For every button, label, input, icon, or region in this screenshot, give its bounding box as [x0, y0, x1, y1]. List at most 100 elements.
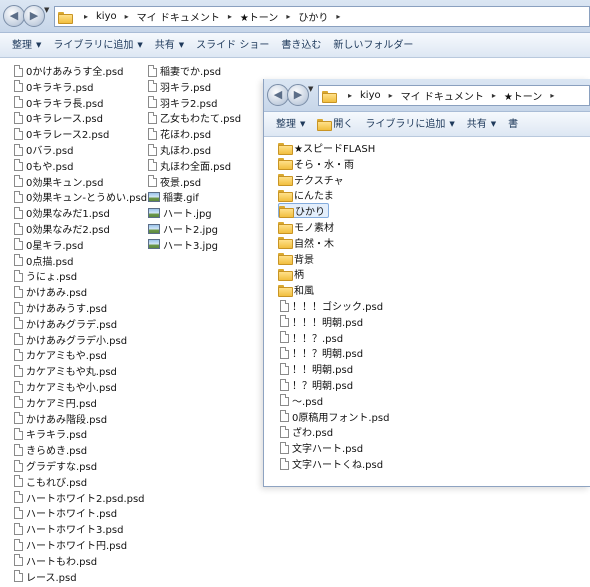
command-button[interactable]: 共有 ▼: [461, 112, 502, 136]
list-item[interactable]: 和風: [278, 282, 314, 297]
list-item[interactable]: 背景: [278, 251, 314, 266]
forward-button[interactable]: ▶: [287, 84, 309, 106]
command-button[interactable]: 共有 ▼: [149, 33, 190, 57]
list-item[interactable]: ハートホワイト円.psd: [14, 537, 127, 552]
list-item[interactable]: 丸ほわ.psd: [148, 142, 211, 157]
list-item[interactable]: 0もや.psd: [14, 158, 73, 173]
list-item[interactable]: ！？明朝.psd: [280, 377, 353, 392]
list-item[interactable]: ハート2.jpg: [148, 221, 218, 236]
recent-pages-dropdown[interactable]: ▼: [44, 6, 49, 14]
list-item[interactable]: 夜景.psd: [148, 174, 201, 189]
list-item[interactable]: かけあみ階段.psd: [14, 411, 107, 426]
command-button[interactable]: 整理 ▼: [270, 112, 311, 136]
list-item[interactable]: 0星キラ.psd: [14, 237, 83, 252]
breadcrumb-segment[interactable]: ★トーン: [240, 9, 278, 24]
list-item[interactable]: ～.psd: [280, 393, 323, 408]
list-item[interactable]: 文字ハートくね.psd: [280, 456, 383, 471]
list-item[interactable]: 丸ほわ全面.psd: [148, 158, 231, 173]
list-item[interactable]: ハートホワイト3.psd: [14, 521, 123, 536]
list-item[interactable]: ハートホワイト.psd: [14, 505, 117, 520]
list-item[interactable]: 柄: [278, 266, 304, 281]
back-button[interactable]: ◀: [3, 5, 25, 27]
list-item[interactable]: グラデすな.psd: [14, 458, 97, 473]
breadcrumb-separator-icon[interactable]: ▸: [336, 12, 340, 21]
list-item[interactable]: 0キラキラ.psd: [14, 79, 93, 94]
breadcrumb-separator-icon[interactable]: ▸: [550, 91, 554, 100]
list-item[interactable]: ！！？明朝.psd: [280, 345, 363, 360]
list-item[interactable]: 0原稿用フォント.psd: [280, 409, 389, 424]
recent-pages-dropdown[interactable]: ▼: [308, 85, 313, 93]
command-button[interactable]: スライド ショー: [190, 33, 275, 57]
breadcrumb-separator-icon[interactable]: ▸: [286, 12, 290, 21]
breadcrumb[interactable]: ▸ kiyo ▸ マイ ドキュメント ▸ ★トーン ▸ ひかり ▸: [54, 6, 590, 27]
list-item[interactable]: 羽キラ2.psd: [148, 95, 217, 110]
list-item[interactable]: モノ素材: [278, 219, 334, 234]
command-button[interactable]: ライブラリに追加 ▼: [47, 33, 148, 57]
breadcrumb[interactable]: ▸ kiyo ▸ マイ ドキュメント ▸ ★トーン ▸: [318, 85, 590, 106]
list-item[interactable]: 文字ハート.psd: [280, 440, 363, 455]
breadcrumb-segment[interactable]: ★トーン: [504, 88, 542, 103]
list-item[interactable]: カケアミ円.psd: [14, 395, 97, 410]
list-item[interactable]: レース.psd: [14, 569, 77, 584]
list-item[interactable]: ハートホワイト2.psd.psd: [14, 490, 145, 505]
list-item[interactable]: ハート3.jpg: [148, 237, 218, 252]
list-item[interactable]: カケアミもや.psd: [14, 347, 107, 362]
back-button[interactable]: ◀: [267, 84, 289, 106]
command-button[interactable]: 書: [502, 112, 524, 136]
list-item[interactable]: ハート.jpg: [148, 205, 212, 220]
breadcrumb-segment[interactable]: kiyo: [96, 11, 117, 22]
list-item[interactable]: かけあみ.psd: [14, 284, 87, 299]
list-item[interactable]: 自然・木: [278, 235, 334, 250]
list-item[interactable]: 羽キラ.psd: [148, 79, 211, 94]
list-item[interactable]: かけあみうす.psd: [14, 300, 107, 315]
breadcrumb-separator-icon[interactable]: ▸: [125, 12, 129, 21]
list-item[interactable]: 0キラレース2.psd: [14, 126, 109, 141]
list-item[interactable]: かけあみグラデ.psd: [14, 316, 117, 331]
list-item[interactable]: 0効果キュン.psd: [14, 174, 103, 189]
command-button[interactable]: 書き込む: [275, 33, 327, 57]
list-item[interactable]: キラキラ.psd: [14, 426, 87, 441]
breadcrumb-segment[interactable]: kiyo: [360, 90, 381, 101]
list-item[interactable]: きらめき.psd: [14, 442, 87, 457]
forward-button[interactable]: ▶: [23, 5, 45, 27]
breadcrumb-separator-icon[interactable]: ▸: [228, 12, 232, 21]
breadcrumb-separator-icon[interactable]: ▸: [348, 91, 352, 100]
list-item[interactable]: ！！明朝.psd: [280, 361, 353, 376]
command-button[interactable]: 整理 ▼: [6, 33, 47, 57]
breadcrumb-separator-icon[interactable]: ▸: [389, 91, 393, 100]
list-item[interactable]: ！！？.psd: [280, 330, 343, 345]
breadcrumb-separator-icon[interactable]: ▸: [84, 12, 88, 21]
list-item[interactable]: ！！！ゴシック.psd: [280, 298, 383, 313]
list-item[interactable]: 0効果なみだ1.psd: [14, 205, 110, 220]
list-item[interactable]: ！！！明朝.psd: [280, 314, 363, 329]
list-item[interactable]: ひかり: [278, 203, 329, 219]
list-item[interactable]: 0キラキラ長.psd: [14, 95, 103, 110]
list-item[interactable]: 0バラ.psd: [14, 142, 73, 157]
list-item[interactable]: 花ほわ.psd: [148, 126, 211, 141]
list-item[interactable]: うにょ.psd: [14, 268, 77, 283]
list-item[interactable]: 0効果なみだ2.psd: [14, 221, 110, 236]
breadcrumb-segment[interactable]: ひかり: [298, 9, 328, 24]
list-item[interactable]: 乙女もわたて.psd: [148, 110, 241, 125]
list-item[interactable]: かけあみグラデ小.psd: [14, 332, 127, 347]
list-item[interactable]: こもれび.psd: [14, 474, 87, 489]
command-button[interactable]: 開く: [311, 112, 359, 136]
list-item[interactable]: カケアミもや丸.psd: [14, 363, 117, 378]
breadcrumb-segment[interactable]: マイ ドキュメント: [137, 9, 220, 24]
list-item[interactable]: カケアミもや小.psd: [14, 379, 117, 394]
list-item[interactable]: ★スピードFLASH: [278, 140, 375, 155]
list-item[interactable]: 0点描.psd: [14, 253, 73, 268]
list-item[interactable]: 稲妻.gif: [148, 189, 199, 204]
list-item[interactable]: 稲妻でか.psd: [148, 63, 221, 78]
list-item[interactable]: 0効果キュン-とうめい.psd: [14, 189, 147, 204]
list-item[interactable]: そら・水・雨: [278, 156, 354, 171]
breadcrumb-separator-icon[interactable]: ▸: [492, 91, 496, 100]
breadcrumb-segment[interactable]: マイ ドキュメント: [401, 88, 484, 103]
command-button[interactable]: ライブラリに追加 ▼: [359, 112, 460, 136]
list-item[interactable]: テクスチャ: [278, 172, 344, 187]
list-item[interactable]: 0かけあみうす全.psd: [14, 63, 123, 78]
list-item[interactable]: 0キラレース.psd: [14, 110, 103, 125]
list-item[interactable]: ハートもわ.psd: [14, 553, 97, 568]
list-item[interactable]: ざわ.psd: [280, 424, 333, 439]
list-item[interactable]: にんたま: [278, 187, 334, 202]
